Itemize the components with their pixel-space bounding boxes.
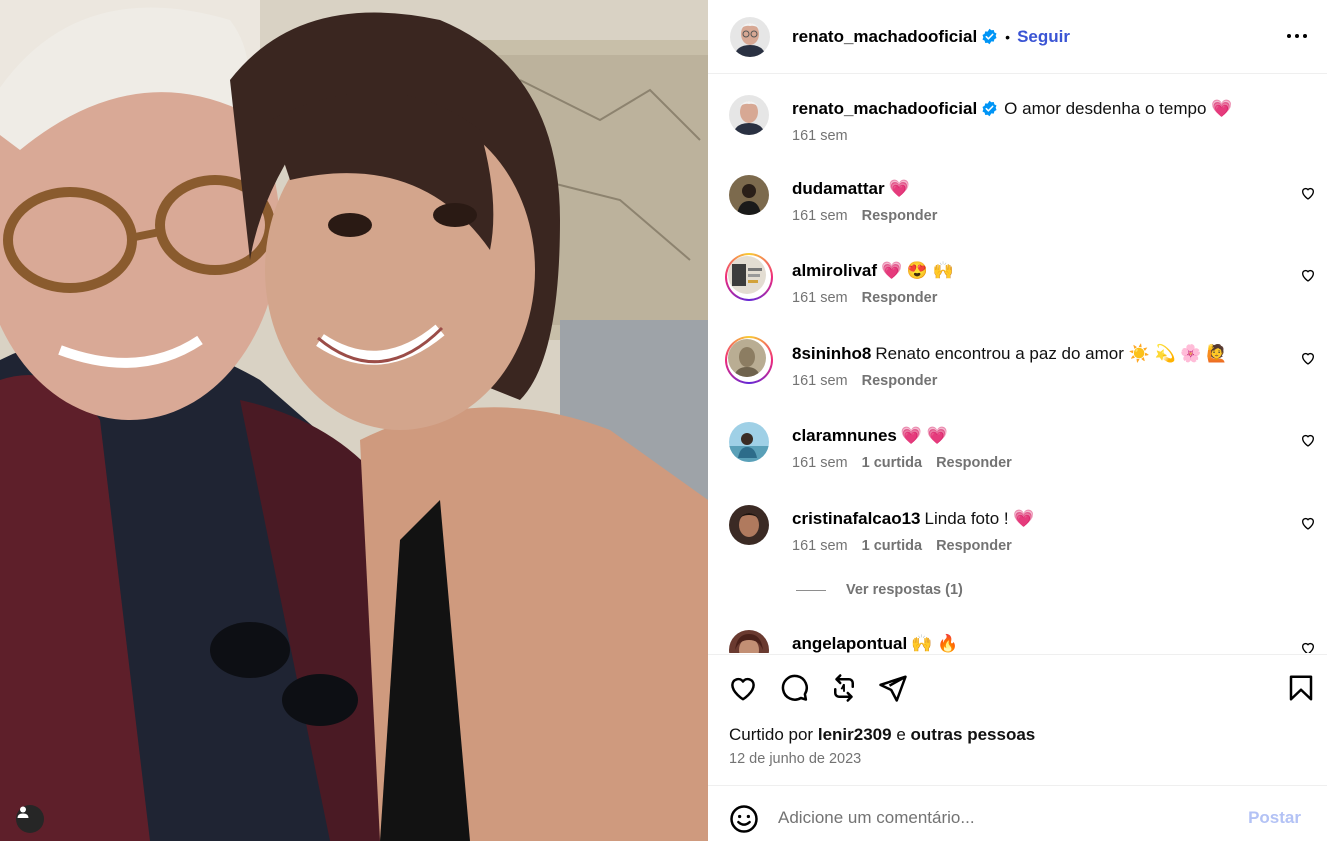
caption-time[interactable]: 161 sem <box>792 128 848 144</box>
caption-text: O amor desdenha o tempo 💗 <box>1004 99 1233 118</box>
comment-item: almirolivaf 💗 😍 🙌 161 sem Responder <box>708 253 1327 317</box>
comment-heart-icon[interactable] <box>1300 432 1316 448</box>
comment-text: Renato encontrou a paz do amor ☀️ 💫 🌸 🙋 <box>875 344 1228 363</box>
likes-user[interactable]: lenir2309 <box>818 725 892 744</box>
likes-prefix: Curtido por <box>729 725 814 744</box>
comment-time[interactable]: 161 sem <box>792 455 848 471</box>
reply-button[interactable]: Responder <box>936 455 1012 471</box>
comment-heart-icon[interactable] <box>1300 267 1316 283</box>
comment-item: claramnunes 💗 💗 161 sem 1 curtida Responder <box>708 422 1327 482</box>
commenter-avatar-image <box>729 422 769 462</box>
comment-heart-icon[interactable] <box>1300 515 1316 531</box>
comment-time[interactable]: 161 sem <box>792 538 848 554</box>
comment-username[interactable]: cristinafalcao13 <box>792 509 921 528</box>
author-avatar-image <box>730 16 770 57</box>
caption-username[interactable]: renato_machadooficial <box>792 99 977 118</box>
add-comment-bar: Postar <box>708 785 1327 841</box>
commenter-avatar-image <box>728 256 766 294</box>
reply-button[interactable]: Responder <box>862 290 938 306</box>
commenter-avatar[interactable] <box>729 422 769 462</box>
user-tag-icon <box>17 806 29 818</box>
comment-heart-icon[interactable] <box>1300 640 1316 653</box>
comment-username[interactable]: claramnunes <box>792 426 897 445</box>
comment-likes[interactable]: 1 curtida <box>862 455 922 471</box>
repost-icon[interactable] <box>829 673 859 703</box>
post-header: renato_machadooficial • Seguir <box>708 0 1327 74</box>
comment-text: 💗 😍 🙌 <box>881 261 954 280</box>
likes-summary: Curtido por lenir2309 e outras pessoas <box>729 725 1035 745</box>
comment-username[interactable]: dudamattar <box>792 179 885 198</box>
more-horizontal-icon[interactable] <box>1285 24 1309 48</box>
comment-input[interactable] <box>778 802 1238 834</box>
likes-conj: e <box>896 725 906 744</box>
commenter-avatar-image <box>728 339 766 377</box>
comment-heart-icon[interactable] <box>1300 185 1316 201</box>
likes-others[interactable]: outras pessoas <box>911 725 1036 744</box>
post-photo[interactable] <box>0 0 708 841</box>
verified-badge-icon <box>982 100 997 117</box>
comment-item: dudamattar 💗 161 sem Responder <box>708 175 1327 235</box>
header-separator: • <box>1005 28 1011 45</box>
commenter-avatar[interactable] <box>729 505 769 545</box>
comment-time[interactable]: 161 sem <box>792 290 848 306</box>
commenter-avatar-image <box>729 505 769 545</box>
author-avatar-image <box>729 95 769 135</box>
post-date[interactable]: 12 de junho de 2023 <box>729 751 861 767</box>
comment-username[interactable]: angelapontual <box>792 634 907 653</box>
comment-heart-icon[interactable] <box>1300 350 1316 366</box>
reply-button[interactable]: Responder <box>936 538 1012 554</box>
verified-badge-icon <box>982 28 997 45</box>
heart-icon[interactable] <box>728 673 758 703</box>
comment-username[interactable]: 8sininho8 <box>792 344 871 363</box>
comment-username[interactable]: almirolivaf <box>792 261 877 280</box>
view-replies-button[interactable]: Ver respostas (1) <box>796 582 963 598</box>
comment-text: 💗 💗 <box>900 426 948 445</box>
comment-time[interactable]: 161 sem <box>792 208 848 224</box>
post-caption: renato_machadooficial O amor desdenha o … <box>708 95 1327 155</box>
view-replies-label: Ver respostas (1) <box>846 582 963 598</box>
comment-likes[interactable]: 1 curtida <box>862 538 922 554</box>
author-avatar[interactable] <box>729 95 769 135</box>
post-actions: Curtido por lenir2309 e outras pessoas 1… <box>708 654 1327 784</box>
author-avatar[interactable] <box>730 16 770 57</box>
comments-list[interactable]: renato_machadooficial O amor desdenha o … <box>708 75 1327 653</box>
replies-divider <box>796 589 826 591</box>
commenter-avatar[interactable] <box>729 630 769 653</box>
follow-button[interactable]: Seguir <box>1017 27 1070 47</box>
post-side-panel: renato_machadooficial • Seguir renato_ma… <box>708 0 1327 841</box>
post-comment-button[interactable]: Postar <box>1248 808 1301 828</box>
comment-icon[interactable] <box>779 673 809 703</box>
commenter-avatar[interactable] <box>729 175 769 215</box>
comment-text: 💗 <box>888 179 910 198</box>
story-ring[interactable] <box>725 336 773 384</box>
reply-button[interactable]: Responder <box>862 208 938 224</box>
commenter-avatar <box>728 339 766 377</box>
story-ring[interactable] <box>725 253 773 301</box>
commenter-avatar-image <box>729 630 769 653</box>
author-username[interactable]: renato_machadooficial <box>792 27 977 47</box>
paper-plane-icon[interactable] <box>878 673 908 703</box>
comment-item: cristinafalcao13 Linda foto ! 💗 161 sem 1 … <box>708 505 1327 565</box>
photo-illustration <box>0 0 708 841</box>
comment-text: Linda foto ! 💗 <box>924 509 1035 528</box>
comment-item: 8sininho8 Renato encontrou a paz do amor … <box>708 336 1327 400</box>
bookmark-icon[interactable] <box>1286 673 1316 703</box>
comment-text: 🙌 🔥 <box>911 634 959 653</box>
emoji-icon[interactable] <box>729 804 759 834</box>
reply-button[interactable]: Responder <box>862 373 938 389</box>
user-tag-button[interactable] <box>16 805 44 833</box>
comment-item: angelapontual 🙌 🔥 <box>708 630 1327 653</box>
commenter-avatar-image <box>729 175 769 215</box>
comment-time[interactable]: 161 sem <box>792 373 848 389</box>
commenter-avatar <box>728 256 766 294</box>
